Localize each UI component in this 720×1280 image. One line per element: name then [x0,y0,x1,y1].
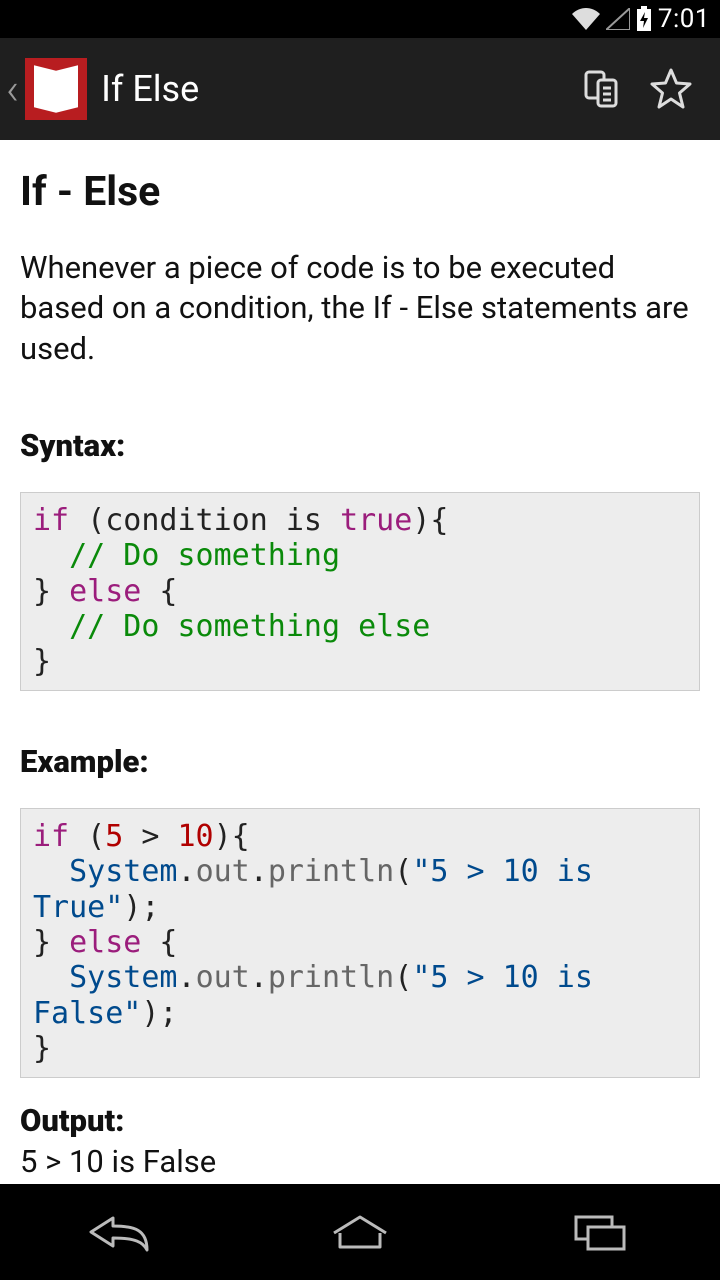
output-label: Output: [20,1102,700,1139]
back-button[interactable]: ‹ [4,63,25,115]
app-bar-title: If Else [101,68,566,110]
status-time: 7:01 [658,4,710,34]
battery-charging-icon [636,6,652,32]
cell-signal-icon [606,8,630,30]
syntax-label: Syntax: [20,427,700,464]
favorite-button[interactable] [636,54,706,124]
screen: 7:01 ‹ If Else If - Else Whenever a piec… [0,0,720,1280]
output-text: 5 > 10 is False [20,1143,700,1180]
nav-recent-button[interactable] [520,1197,680,1267]
description-text: Whenever a piece of code is to be execut… [20,248,700,369]
page-heading: If - Else [20,168,700,216]
nav-back-button[interactable] [40,1197,200,1267]
status-bar: 7:01 [0,0,720,38]
content-area[interactable]: If - Else Whenever a piece of code is to… [0,140,720,1184]
nav-home-button[interactable] [280,1197,440,1267]
wifi-icon [572,8,600,30]
app-bar: ‹ If Else [0,38,720,140]
syntax-code-block: if (condition is true){ // Do something … [20,492,700,691]
copy-button[interactable] [566,54,636,124]
example-label: Example: [20,743,700,780]
example-code-block: if (5 > 10){ System.out.println("5 > 10 … [20,808,700,1078]
navigation-bar [0,1184,720,1280]
app-logo-icon[interactable] [25,58,87,120]
